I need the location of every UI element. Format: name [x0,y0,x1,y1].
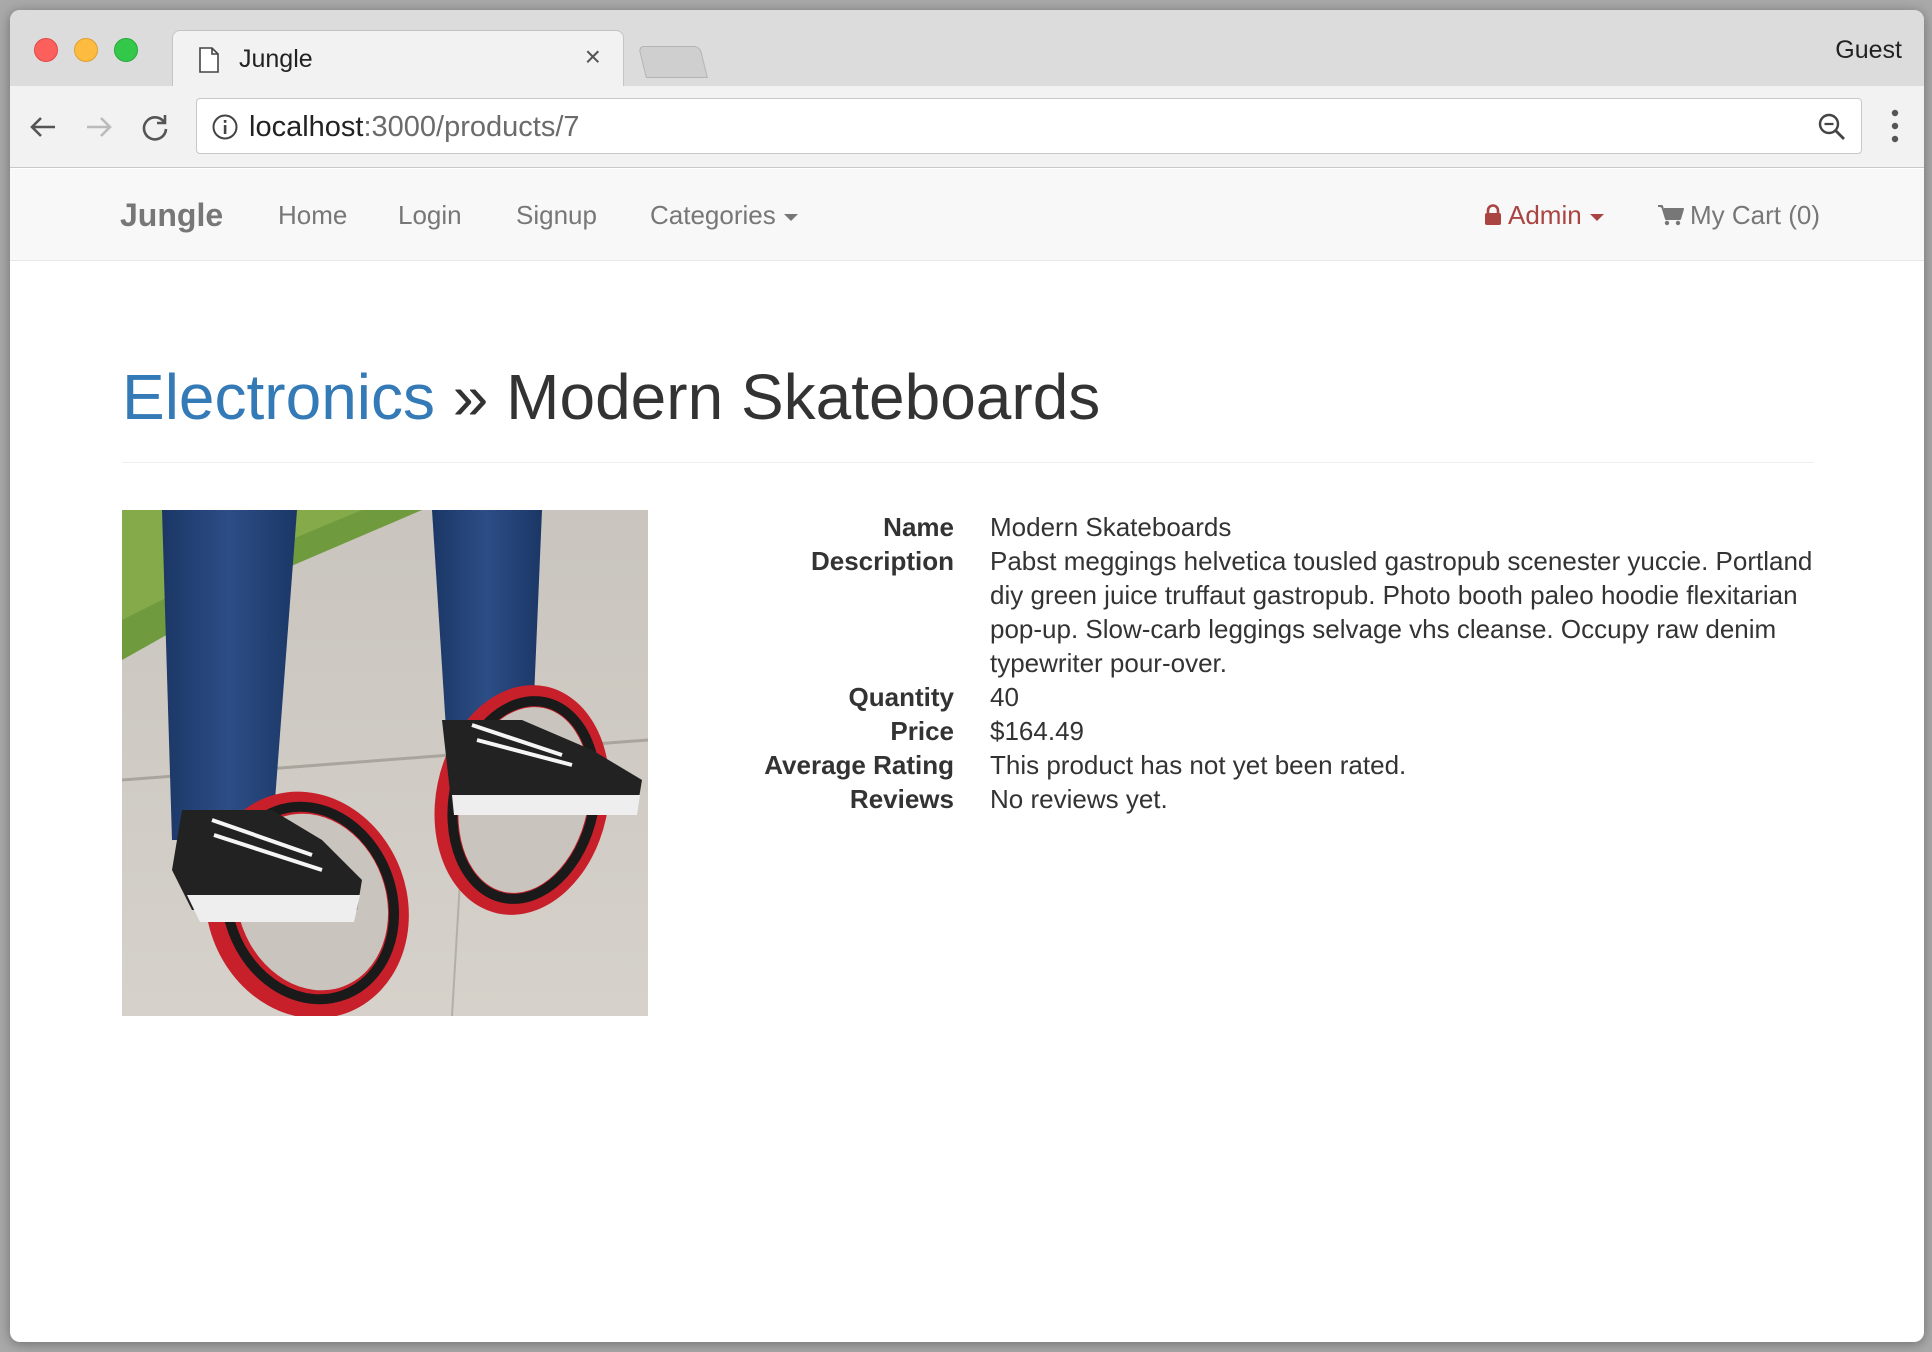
back-arrow-icon [30,117,55,137]
detail-label: Reviews [849,784,954,814]
brand-link[interactable]: Jungle [120,197,223,234]
nav-admin-label: Admin [1508,200,1582,230]
skateboard-photo [122,510,648,1016]
detail-value: This product has not yet been rated. [990,750,1407,780]
nav-admin-dropdown[interactable]: Admin [1484,200,1604,231]
caret-down-icon [783,213,798,221]
detail-value: 40 [990,682,1019,712]
detail-row-name: Name Modern Skateboards [610,510,1820,544]
forward-arrow-icon [87,117,112,137]
detail-row-reviews: Reviews No reviews yet. [610,782,1820,816]
browser-tab[interactable]: Jungle × [172,30,624,86]
detail-value: Modern Skateboards [990,512,1232,542]
nav-categories-label: Categories [650,200,776,230]
detail-label: Quantity [848,682,954,712]
tab-bar: Jungle × Guest [10,10,1924,86]
nav-login[interactable]: Login [398,200,462,231]
header-divider [122,462,1814,463]
detail-value: Pabst meggings helvetica tousled gastrop… [990,546,1813,678]
detail-label: Price [890,716,954,746]
url-host: localhost [249,111,364,143]
detail-label: Description [810,546,954,576]
detail-value: $164.49 [990,716,1084,746]
info-icon[interactable] [211,113,239,141]
shopping-cart-icon [1658,205,1684,226]
product-details: Name Modern Skateboards Description Pabs… [610,510,1820,816]
nav-signup[interactable]: Signup [516,200,597,231]
document-icon [199,47,219,73]
nav-cart-label: My Cart (0) [1690,200,1820,230]
browser-toolbar: localhost:3000/products/7 [10,86,1924,168]
product-image [122,510,648,1016]
nav-cart[interactable]: My Cart (0) [1658,200,1820,231]
site-navbar: Jungle Home Login Signup Categories Admi… [10,169,1924,261]
zoom-icon[interactable] [1817,112,1847,142]
close-window-button[interactable] [34,38,58,62]
back-button[interactable] [26,110,60,144]
detail-row-description: Description Pabst meggings helvetica tou… [610,544,1820,680]
nav-home[interactable]: Home [278,200,347,231]
breadcrumb-separator: » [452,361,489,433]
tab-title: Jungle [239,45,313,73]
caret-down-icon [1589,213,1604,221]
maximize-window-button[interactable] [114,38,138,62]
reload-button[interactable] [138,110,172,144]
detail-label: Name [883,512,954,542]
close-tab-icon[interactable]: × [585,43,601,71]
nav-categories-dropdown[interactable]: Categories [650,200,798,231]
browser-window: Jungle × Guest localhost:3000/products/7… [10,10,1924,1342]
product-title: Modern Skateboards [506,361,1101,433]
more-menu-icon[interactable] [1890,108,1900,144]
url-text[interactable]: localhost:3000/products/7 [249,111,580,144]
detail-label: Average Rating [764,750,954,780]
forward-button[interactable] [82,110,116,144]
new-tab-button[interactable] [638,46,708,78]
lock-icon [1485,204,1501,225]
reload-icon [142,115,168,141]
minimize-window-button[interactable] [74,38,98,62]
url-path: :3000/products/7 [363,111,580,143]
address-bar[interactable]: localhost:3000/products/7 [196,98,1862,154]
detail-row-price: Price $164.49 [610,714,1820,748]
detail-row-rating: Average Rating This product has not yet … [610,748,1820,782]
page-title: Electronics » Modern Skateboards [122,360,1100,434]
detail-value: No reviews yet. [990,784,1168,814]
category-link[interactable]: Electronics [122,361,435,433]
detail-row-quantity: Quantity 40 [610,680,1820,714]
profile-button[interactable]: Guest [1835,36,1902,65]
